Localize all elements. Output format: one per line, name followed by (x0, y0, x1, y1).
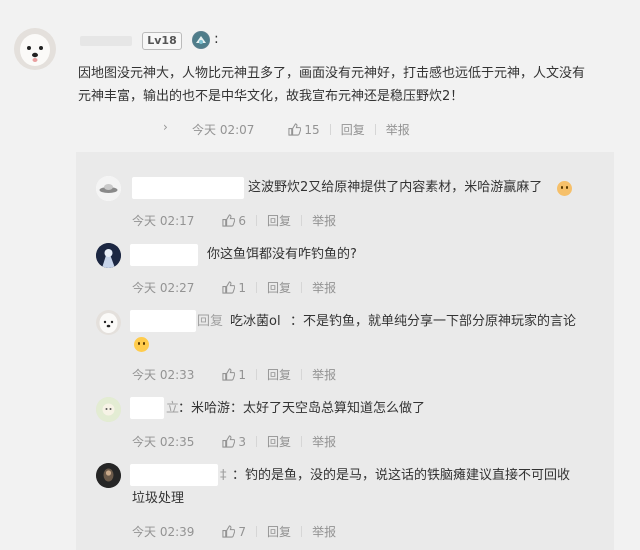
username[interactable] (130, 244, 198, 266)
comment-text-line2: 元神丰富，输出的也不是中华文化，故我宣布元神还是稳压野炊2！ (78, 89, 464, 104)
username[interactable] (130, 397, 164, 419)
reply-button[interactable]: 回复 (267, 212, 291, 229)
divider (301, 369, 303, 380)
avatar[interactable] (96, 310, 121, 335)
mention-link[interactable]: 吃冰菌ol (230, 311, 281, 333)
divider (329, 124, 331, 135)
comment-meta: 今天 02:07 15 回复 举报 (192, 121, 410, 138)
like-button[interactable]: 6 (222, 214, 246, 228)
report-button[interactable]: 举报 (312, 433, 336, 450)
reply-prefix-char: ‡ (220, 468, 227, 483)
like-count: 6 (238, 213, 247, 228)
username[interactable] (130, 464, 218, 486)
reply-meta: 今天 02:33 1 回复 举报 (132, 366, 336, 383)
divider (301, 282, 303, 293)
divider (374, 124, 376, 135)
report-button[interactable]: 举报 (312, 212, 336, 229)
avatar[interactable] (96, 463, 121, 488)
reply-meta: 今天 02:27 1 回复 举报 (132, 279, 336, 296)
report-button[interactable]: 举报 (312, 366, 336, 383)
divider (301, 436, 303, 447)
ufo-avatar-icon (96, 176, 121, 201)
dog-avatar-icon (96, 310, 121, 335)
like-count: 3 (238, 434, 247, 449)
thumbs-up-icon (222, 214, 236, 227)
like-count: 15 (304, 122, 320, 137)
colon: : (214, 31, 219, 47)
reply-meta: 今天 02:39 7 回复 举报 (132, 523, 336, 540)
divider (256, 369, 258, 380)
like-count: 7 (238, 524, 247, 539)
reply-text: 你这鱼饵都没有咋钓鱼的? (207, 247, 357, 262)
character-avatar-icon (96, 243, 121, 268)
reply-button[interactable]: 回复 (267, 523, 291, 540)
like-button[interactable]: 15 (288, 122, 320, 137)
reply-button[interactable]: 回复 (267, 433, 291, 450)
like-button[interactable]: 1 (222, 368, 246, 382)
reply-time: 今天 02:39 (132, 525, 195, 539)
report-button[interactable]: 举报 (386, 121, 410, 138)
avatar[interactable] (96, 397, 121, 422)
reply-meta: 今天 02:35 3 回复 举报 (132, 433, 336, 450)
thumbs-up-icon (222, 281, 236, 294)
reply-time: 今天 02:35 (132, 435, 195, 449)
reply-text: 这波野炊2又给原神提供了内容素材，米哈游赢麻了 (248, 180, 543, 195)
reply-text-line2: 垃圾处理 (132, 491, 185, 506)
username[interactable] (130, 310, 196, 332)
divider (256, 436, 258, 447)
like-button[interactable]: 3 (222, 435, 246, 449)
avatar[interactable] (14, 28, 56, 70)
reply-prefix: 回复 (197, 314, 224, 329)
divider (301, 215, 303, 226)
like-button[interactable]: 1 (222, 281, 246, 295)
reply-button[interactable]: 回复 (267, 366, 291, 383)
thumbs-up-icon (222, 525, 236, 538)
username[interactable] (132, 177, 244, 199)
reply-time: 今天 02:27 (132, 281, 195, 295)
divider (301, 526, 303, 537)
reply-time: 今天 02:33 (132, 368, 195, 382)
reply-text: ：不是钓鱼，就单纯分享一下部分原神玩家的言论 (290, 314, 577, 329)
divider (256, 282, 258, 293)
comment-time: 今天 02:07 (192, 123, 255, 137)
user-badge-icon (192, 31, 210, 49)
divider (256, 215, 258, 226)
thumbs-up-icon (222, 368, 236, 381)
avatar[interactable] (96, 243, 121, 268)
reply-meta: 今天 02:17 6 回复 举报 (132, 212, 336, 229)
grimacing-emoji-icon (134, 337, 149, 352)
cartoon-avatar-icon (96, 397, 121, 422)
like-button[interactable]: 7 (222, 525, 246, 539)
reply-button[interactable]: 回复 (341, 121, 365, 138)
avatar[interactable] (96, 176, 121, 201)
dark-avatar-icon (96, 463, 121, 488)
thumbs-up-icon (222, 435, 236, 448)
dog-avatar-icon (14, 28, 56, 70)
report-button[interactable]: 举报 (312, 279, 336, 296)
like-count: 1 (238, 367, 247, 382)
username[interactable] (80, 36, 132, 46)
reply-text-line1: ：钓的是鱼，没的是马，说这话的铁脑瘫建议直接不可回收 (232, 468, 571, 483)
reply-time: 今天 02:17 (132, 214, 195, 228)
comment-text-line1: 因地图没元神大，人物比元神丑多了，画面没有元神好，打击感也远低于元神，人文没有 (78, 66, 586, 81)
laughing-emoji-icon (557, 181, 572, 196)
level-badge: Lv18 (142, 32, 182, 50)
reply-button[interactable]: 回复 (267, 279, 291, 296)
expand-chevron-icon[interactable]: › (163, 120, 168, 134)
thumbs-up-icon (288, 123, 302, 136)
reply-text: ：米哈游：太好了天空岛总算知道怎么做了 (178, 401, 426, 416)
like-count: 1 (238, 280, 247, 295)
divider (256, 526, 258, 537)
report-button[interactable]: 举报 (312, 523, 336, 540)
